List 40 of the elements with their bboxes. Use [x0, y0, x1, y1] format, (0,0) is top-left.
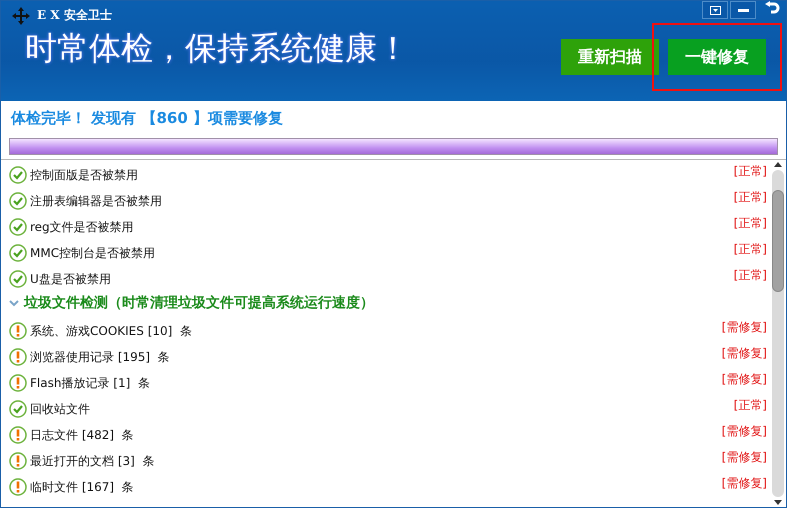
check-item-label: 系统、游戏COOKIES [10] 条 — [30, 322, 192, 340]
check-item-label: MMC控制台是否被禁用 — [30, 244, 156, 262]
status-text: [正常] — [734, 240, 767, 258]
highlighted-action-button[interactable]: 一键修复 — [668, 39, 766, 75]
status-text: [需修复] — [722, 344, 767, 362]
check-item-label: 浏览器使用记录 [195] 条 — [30, 348, 170, 366]
summary-text: 体检完毕！ 发现有 【860 】项需要修复 — [10, 108, 284, 128]
status-text: [需修复] — [722, 370, 767, 388]
headline: 时常体检，保持系统健康！ — [25, 28, 409, 69]
dropdown-button[interactable] — [702, 1, 728, 19]
check-item-label: U盘是否被禁用 — [30, 270, 111, 288]
move-arrows-icon — [11, 6, 31, 26]
scroll-up-icon[interactable] — [774, 162, 782, 167]
status-text: [正常] — [734, 214, 767, 232]
check-item-label: 控制面版是否被禁用 — [30, 166, 138, 184]
status-text: [正常] — [734, 266, 767, 284]
status-text: [需修复] — [722, 422, 767, 440]
dropdown-icon — [710, 6, 720, 14]
scroll-thumb[interactable] — [772, 190, 784, 292]
status-text: [正常] — [734, 396, 767, 414]
status-text: [需修复] — [722, 318, 767, 336]
status-text: [需修复] — [722, 448, 767, 466]
minimize-icon — [738, 8, 748, 12]
scrollbar[interactable] — [770, 160, 786, 507]
check-item-label: 注册表编辑器是否被禁用 — [30, 192, 162, 210]
check-item-label: 日志文件 [482] 条 — [30, 426, 134, 444]
check-item-label: 最近打开的文档 [3] 条 — [30, 452, 154, 470]
status-text: [正常] — [734, 188, 767, 206]
check-item-label: 回收站文件 — [30, 400, 90, 418]
check-item-label: reg文件是否被禁用 — [30, 218, 134, 236]
status-text: [需修复] — [722, 474, 767, 492]
scroll-down-icon[interactable] — [774, 500, 782, 505]
check-item-label: 临时文件 [167] 条 — [30, 478, 134, 496]
section-heading: 垃圾文件检测（时常清理垃圾文件可提高系统运行速度） — [24, 294, 374, 312]
minimize-button[interactable] — [730, 1, 756, 19]
action-button[interactable]: 重新扫描 — [561, 39, 659, 75]
status-text: [正常] — [734, 162, 767, 180]
check-item-label: Flash播放记录 [1] 条 — [30, 374, 150, 392]
window-title: E X 安全卫士 — [37, 6, 112, 24]
chevron-icon[interactable] — [9, 300, 19, 306]
